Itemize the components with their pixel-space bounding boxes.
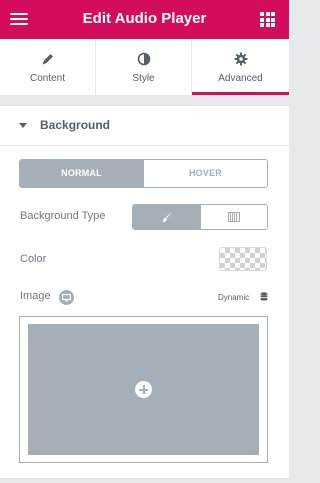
database-icon[interactable] [260, 292, 268, 302]
background-section: Background NORMAL HOVER Background Type … [0, 105, 289, 483]
panel-header: Edit Audio Player [0, 0, 289, 39]
tab-content-label: Content [29, 73, 66, 84]
image-media-picker[interactable] [19, 316, 268, 463]
image-label: Image [20, 290, 51, 302]
section-title: Background [40, 118, 111, 132]
section-divider [0, 95, 289, 105]
section-toggle-background[interactable]: Background [0, 106, 289, 146]
color-label: Color [20, 253, 47, 265]
widgets-grid-icon[interactable] [260, 12, 275, 27]
responsive-toggle[interactable] [59, 290, 74, 305]
classic-background-button[interactable] [133, 205, 200, 229]
tab-style-label: Style [132, 73, 155, 84]
color-picker[interactable] [219, 247, 267, 271]
caret-down-icon [19, 123, 27, 128]
tab-hover[interactable]: HOVER [143, 160, 267, 187]
plus-circle-icon[interactable] [135, 381, 152, 398]
tab-advanced[interactable]: Advanced [192, 39, 289, 95]
dynamic-tags-label[interactable]: Dynamic [218, 293, 249, 302]
tab-content[interactable]: Content [0, 39, 96, 95]
gear-icon [192, 52, 289, 66]
background-type-choices [132, 204, 268, 230]
section-bottom-divider [0, 478, 289, 483]
half-circle-contrast-icon [96, 52, 191, 66]
paint-brush-icon [162, 212, 172, 222]
gradient-background-button[interactable] [199, 205, 267, 229]
editor-tabs: Content Style Advanced [0, 39, 289, 95]
panel-title: Edit Audio Player [82, 10, 207, 27]
state-switcher: NORMAL HOVER [19, 159, 268, 188]
tab-normal[interactable]: NORMAL [20, 160, 143, 187]
tab-advanced-label: Advanced [218, 73, 263, 84]
background-type-label: Background Type [20, 210, 106, 222]
pencil-icon [0, 52, 95, 66]
gradient-icon [227, 212, 240, 222]
image-preview[interactable] [28, 324, 259, 455]
tab-style[interactable]: Style [96, 39, 192, 95]
desktop-monitor-icon [62, 293, 71, 301]
